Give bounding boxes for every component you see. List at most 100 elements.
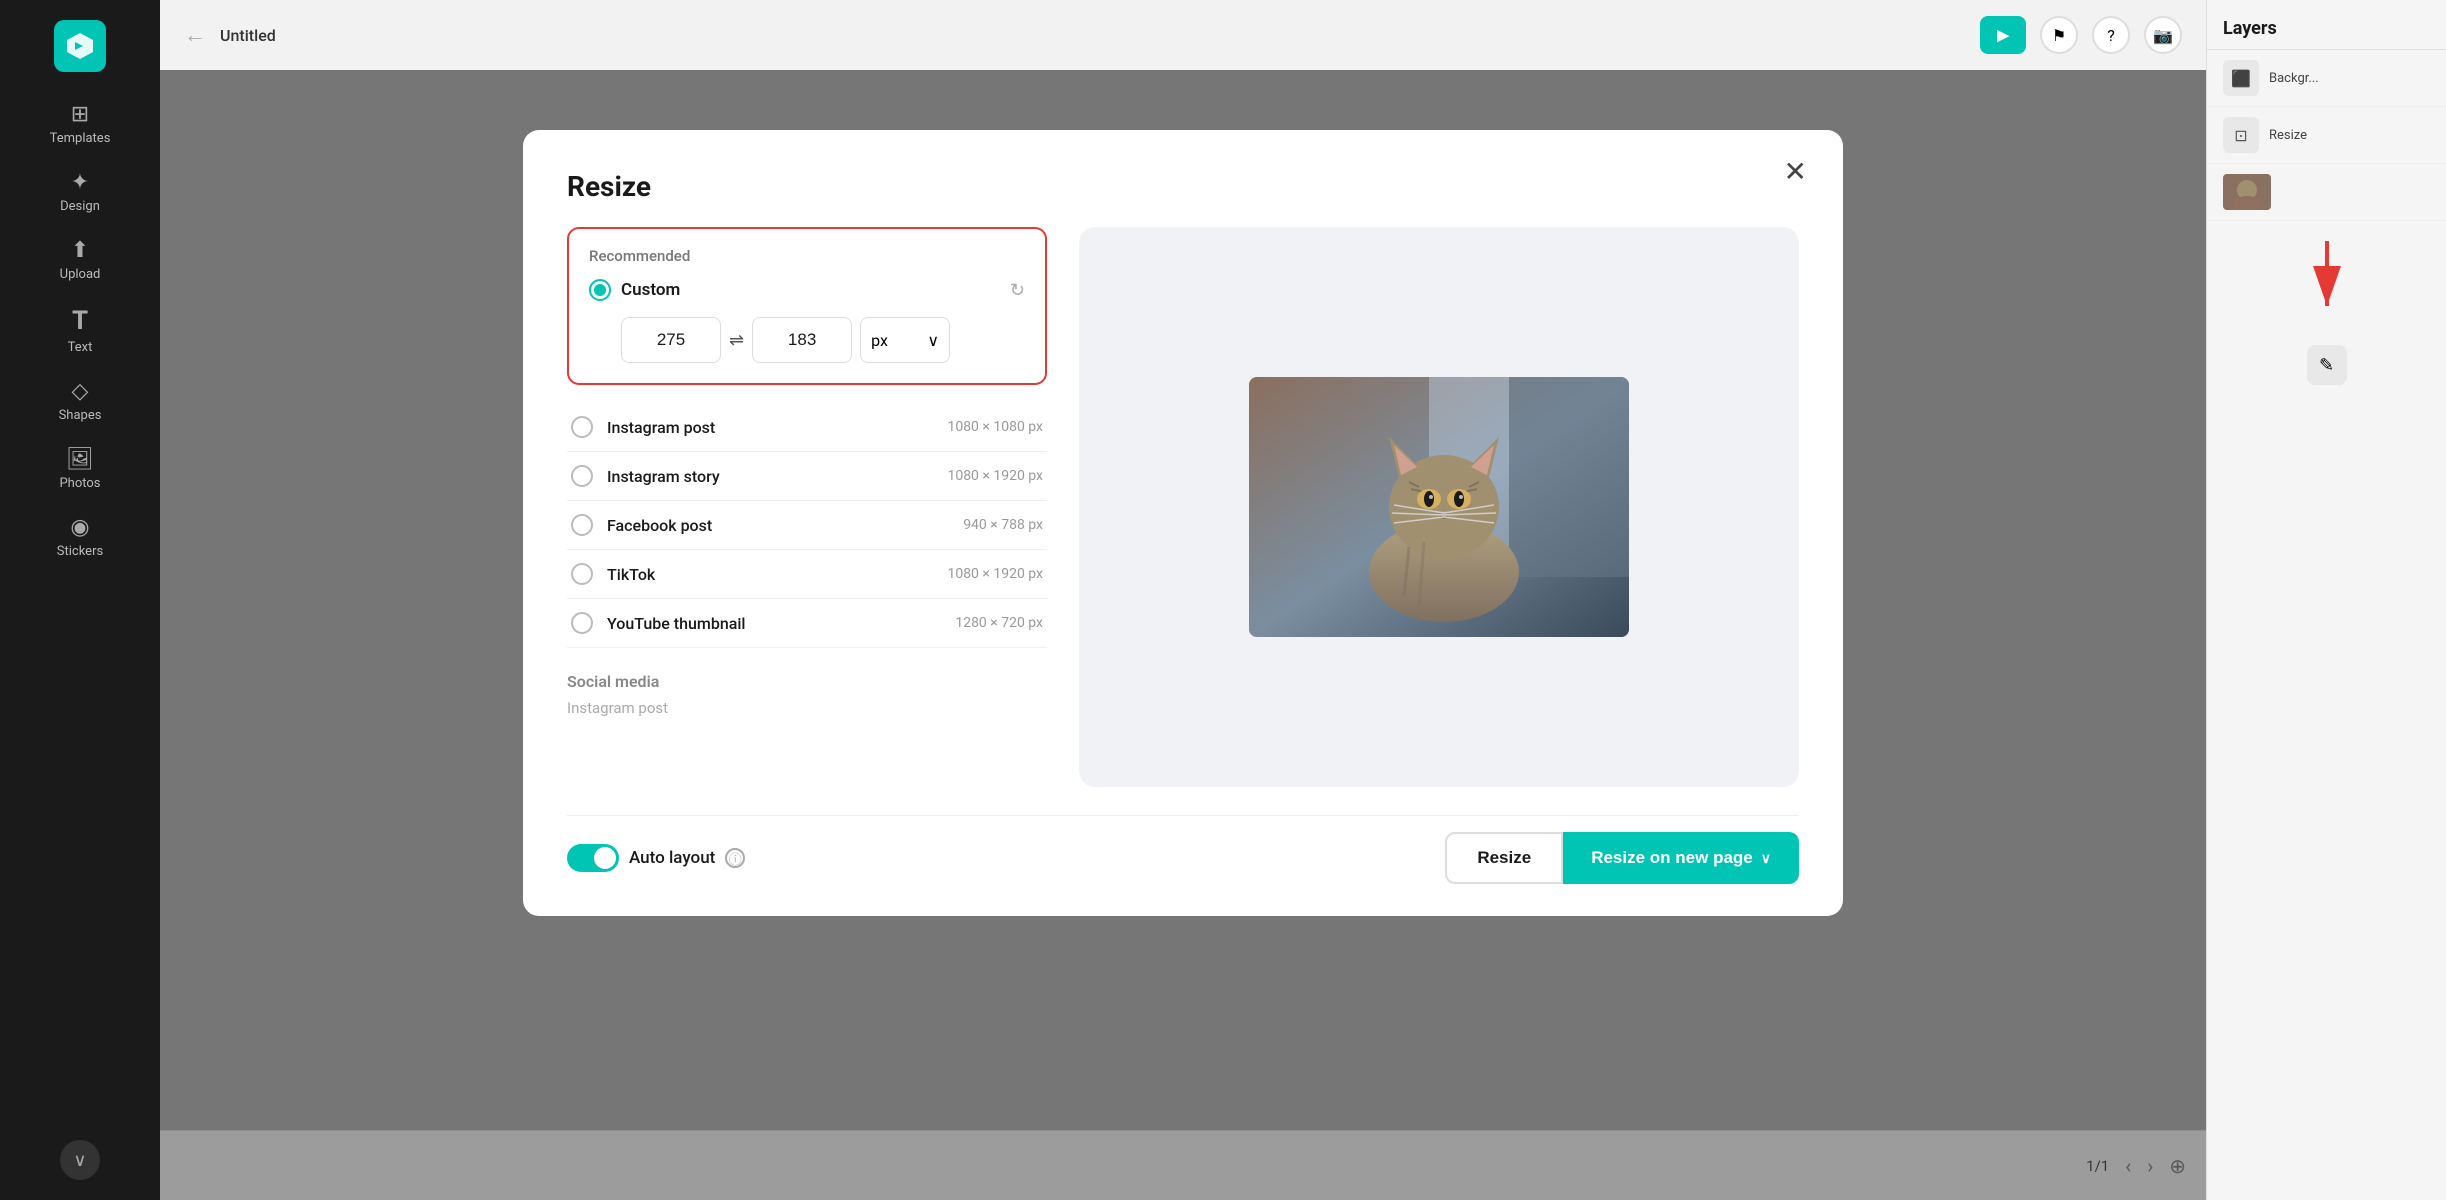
layer-item-background[interactable]: ⬛ Backgr... xyxy=(2207,50,2446,107)
export-button[interactable]: ▶ xyxy=(1980,16,2026,54)
preset-size-youtube: 1280 × 720 px xyxy=(955,615,1043,631)
auto-layout-info-icon[interactable]: ⓘ xyxy=(725,848,745,868)
resize-new-page-label: Resize on new page xyxy=(1591,848,1753,868)
design-icon: ✦ xyxy=(71,170,89,195)
layer-image-thumb xyxy=(2223,174,2271,210)
layer-background-icon: ⬛ xyxy=(2223,60,2259,96)
sidebar-item-design[interactable]: ✦ Design xyxy=(10,160,150,224)
radio-dot xyxy=(594,284,606,296)
modal-close-button[interactable]: ✕ xyxy=(1784,158,1807,186)
right-panel: Layers ⬛ Backgr... ⊡ Resize ✎ xyxy=(2206,0,2446,1200)
action-buttons: Resize Resize on new page ∨ xyxy=(1445,832,1799,884)
preview-image xyxy=(1249,377,1629,637)
preset-item-instagram-post[interactable]: Instagram post 1080 × 1080 px xyxy=(567,403,1047,452)
layer-item-image[interactable] xyxy=(2207,164,2446,221)
modal-left-panel: Recommended Custom ↻ ⇌ xyxy=(567,227,1047,787)
sidebar-item-photos[interactable]: 🖼 Photos xyxy=(10,437,150,501)
sidebar-item-label-photos: Photos xyxy=(59,476,100,491)
camera-icon[interactable]: 📷 xyxy=(2144,16,2182,54)
sidebar-item-label-upload: Upload xyxy=(60,267,101,282)
upload-icon: ⬆ xyxy=(71,238,89,263)
preset-item-instagram-story[interactable]: Instagram story 1080 × 1920 px xyxy=(567,452,1047,501)
preset-name-facebook-post: Facebook post xyxy=(607,516,949,535)
cat-preview-svg xyxy=(1249,377,1629,637)
layer-thumb-svg xyxy=(2223,174,2271,210)
auto-layout-row: Auto layout ⓘ xyxy=(567,844,745,872)
logo-icon xyxy=(65,31,95,61)
resize-new-page-button[interactable]: Resize on new page ∨ xyxy=(1563,832,1799,884)
auto-layout-toggle[interactable] xyxy=(567,844,619,872)
sidebar-item-upload[interactable]: ⬆ Upload xyxy=(10,228,150,292)
preset-size-instagram-story: 1080 × 1920 px xyxy=(947,468,1043,484)
help-icon[interactable]: ? xyxy=(2092,16,2130,54)
topbar: ← Untitled ▶ ⚑ ? 📷 xyxy=(160,0,2206,70)
instagram-post-radio[interactable] xyxy=(571,416,593,438)
preset-list: Instagram post 1080 × 1080 px Instagram … xyxy=(567,403,1047,648)
modal-preview xyxy=(1079,227,1799,787)
resize-button[interactable]: Resize xyxy=(1445,832,1563,884)
facebook-post-radio[interactable] xyxy=(571,514,593,536)
shapes-icon: ◇ xyxy=(72,379,89,404)
toggle-knob xyxy=(594,847,616,869)
resize-modal: Resize ✕ Recommended Custom xyxy=(523,130,1843,916)
instagram-story-radio[interactable] xyxy=(571,465,593,487)
layers-title: Layers xyxy=(2207,0,2446,50)
preset-size-facebook-post: 940 × 788 px xyxy=(963,517,1043,533)
width-input[interactable] xyxy=(621,317,721,363)
sidebar: ⊞ Templates ✦ Design ⬆ Upload T Text ◇ S… xyxy=(0,0,160,1200)
layer-item-resize[interactable]: ⊡ Resize xyxy=(2207,107,2446,164)
sidebar-item-label-templates: Templates xyxy=(50,131,111,146)
social-media-sub: Instagram post xyxy=(567,699,1047,717)
unit-dropdown[interactable]: px ∨ xyxy=(860,317,950,363)
shield-icon[interactable]: ⚑ xyxy=(2040,16,2078,54)
layer-background-label: Backgr... xyxy=(2269,71,2319,86)
preset-name-tiktok: TikTok xyxy=(607,565,933,584)
sidebar-item-stickers[interactable]: ◉ Stickers xyxy=(10,505,150,569)
preset-item-youtube[interactable]: YouTube thumbnail 1280 × 720 px xyxy=(567,599,1047,648)
canvas-area: 1/1 ‹ › ⊕ Resize ✕ Recommended xyxy=(160,70,2206,1200)
preset-item-tiktok[interactable]: TikTok 1080 × 1920 px xyxy=(567,550,1047,599)
modal-body: Recommended Custom ↻ ⇌ xyxy=(567,227,1799,787)
custom-label: Custom xyxy=(621,280,1000,300)
size-inputs: ⇌ px ∨ xyxy=(621,317,1025,363)
main-area: ← Untitled ▶ ⚑ ? 📷 1/1 ‹ › ⊕ Resize ✕ xyxy=(160,0,2206,1200)
edit-icon[interactable]: ✎ xyxy=(2307,345,2347,385)
recommended-section: Recommended Custom ↻ ⇌ xyxy=(567,227,1047,385)
size-separator: ⇌ xyxy=(729,330,744,351)
layer-resize-label: Resize xyxy=(2269,128,2307,143)
modal-overlay: Resize ✕ Recommended Custom xyxy=(160,70,2206,1200)
stickers-icon: ◉ xyxy=(70,515,89,540)
preset-name-instagram-post: Instagram post xyxy=(607,418,933,437)
custom-option-row[interactable]: Custom ↻ xyxy=(589,279,1025,301)
sidebar-item-label-design: Design xyxy=(60,199,100,214)
modal-footer: Auto layout ⓘ Resize Resize on new page … xyxy=(567,815,1799,884)
height-input[interactable] xyxy=(752,317,852,363)
chevron-down-icon: ∨ xyxy=(73,1150,86,1171)
unit-chevron-icon: ∨ xyxy=(927,331,939,350)
tiktok-radio[interactable] xyxy=(571,563,593,585)
youtube-radio[interactable] xyxy=(571,612,593,634)
photos-icon: 🖼 xyxy=(66,447,94,472)
edit-icon-container: ✎ xyxy=(2207,345,2446,385)
arrow-indicator xyxy=(2207,221,2446,341)
sidebar-item-text[interactable]: T Text xyxy=(10,296,150,365)
text-icon: T xyxy=(72,306,88,336)
preset-size-instagram-post: 1080 × 1080 px xyxy=(947,419,1043,435)
unit-value: px xyxy=(871,331,888,350)
red-arrow-svg xyxy=(2297,241,2357,321)
topbar-title: Untitled xyxy=(220,26,276,45)
topbar-back-icon[interactable]: ← xyxy=(184,22,206,48)
preset-item-facebook-post[interactable]: Facebook post 940 × 788 px xyxy=(567,501,1047,550)
sidebar-bottom: ∨ xyxy=(60,1140,100,1180)
preset-name-instagram-story: Instagram story xyxy=(607,467,933,486)
templates-icon: ⊞ xyxy=(71,102,89,127)
sidebar-item-label-text: Text xyxy=(68,340,93,355)
sidebar-item-templates[interactable]: ⊞ Templates xyxy=(10,92,150,156)
sidebar-item-label-stickers: Stickers xyxy=(57,544,103,559)
custom-radio[interactable] xyxy=(589,279,611,301)
collapse-button[interactable]: ∨ xyxy=(60,1140,100,1180)
app-logo[interactable] xyxy=(54,20,106,72)
refresh-icon[interactable]: ↻ xyxy=(1010,280,1025,301)
social-media-title: Social media xyxy=(567,672,1047,691)
sidebar-item-shapes[interactable]: ◇ Shapes xyxy=(10,369,150,433)
